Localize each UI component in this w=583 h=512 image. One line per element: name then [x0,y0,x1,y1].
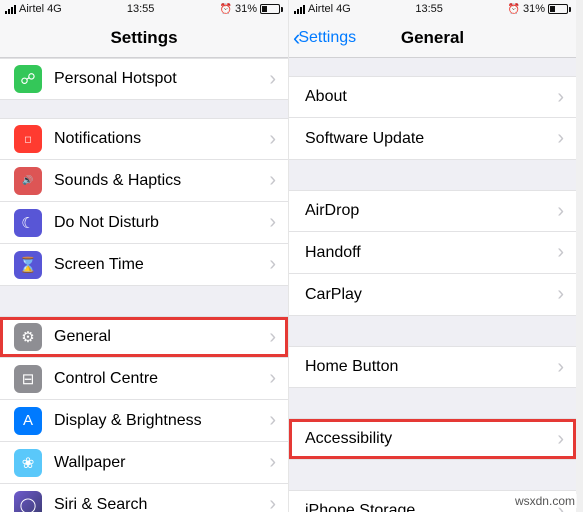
chevron-right-icon: › [269,128,276,151]
battery-percent: 31% [235,3,257,15]
row-handoff[interactable]: Handoff› [289,232,576,274]
chevron-right-icon: › [557,241,564,264]
row-label: CarPlay [305,286,557,304]
row-label: Display & Brightness [54,412,269,430]
row-wallpaper[interactable]: ❀ Wallpaper› [0,442,288,484]
row-label: Sounds & Haptics [54,172,269,190]
status-bar: Airtel 4G 13:55 ⏰ 31% [0,0,288,18]
row-label: Control Centre [54,370,269,388]
row-label: Screen Time [54,256,269,274]
signal-icon [5,5,16,14]
row-software-update[interactable]: Software Update› [289,118,576,160]
row-label: Personal Hotspot [54,70,269,88]
row-label: Software Update [305,130,557,148]
page-title: General [401,28,464,48]
personal-hotspot-icon: ☍ [14,65,42,93]
row-carplay[interactable]: CarPlay› [289,274,576,316]
screentime-icon: ⌛ [14,251,42,279]
control-centre-icon: ⊟ [14,365,42,393]
row-display-brightness[interactable]: A Display & Brightness› [0,400,288,442]
chevron-right-icon: › [269,493,276,512]
chevron-right-icon: › [269,326,276,349]
row-label: Notifications [54,130,269,148]
settings-list[interactable]: ☍Personal Hotspot› ◻︎Notifications›🔊Soun… [0,58,288,512]
chevron-right-icon: › [557,356,564,379]
row-label: About [305,88,557,106]
row-notifications[interactable]: ◻︎ Notifications› [0,118,288,160]
sounds-icon: 🔊 [14,167,42,195]
alarm-icon: ⏰ [508,4,520,15]
signal-icon [294,5,305,14]
battery-icon [260,4,283,14]
network-label: 4G [47,3,62,15]
carrier-label: Airtel [308,3,333,15]
row-label: Siri & Search [54,496,269,512]
chevron-right-icon: › [557,86,564,109]
row-control-centre[interactable]: ⊟ Control Centre› [0,358,288,400]
chevron-right-icon: › [557,283,564,306]
settings-screen: Airtel 4G 13:55 ⏰ 31% Settings ☍ Personal… [0,0,288,512]
status-bar: Airtel 4G 13:55 ⏰ 31% [289,0,576,18]
siri-icon: ◯ [14,491,42,512]
network-label: 4G [336,3,351,15]
chevron-right-icon: › [269,253,276,276]
general-screen: Airtel 4G 13:55 ⏰ 31% ‹ Settings General… [288,0,576,512]
chevron-right-icon: › [269,451,276,474]
row-sounds-haptics[interactable]: 🔊 Sounds & Haptics› [0,160,288,202]
chevron-right-icon: › [269,68,276,91]
carrier-label: Airtel [19,3,44,15]
back-button[interactable]: ‹ Settings [293,18,356,57]
row-label: Accessibility [305,430,557,448]
row-label: Home Button [305,358,557,376]
clock: 13:55 [127,3,155,15]
chevron-right-icon: › [269,367,276,390]
watermark: wsxdn.com [513,494,577,508]
row-about[interactable]: About› [289,76,576,118]
chevron-right-icon: › [269,211,276,234]
nav-header: Settings [0,18,288,58]
battery-icon [548,4,571,14]
row-accessibility[interactable]: Accessibility› [289,418,576,460]
chevron-right-icon: › [269,169,276,192]
row-general[interactable]: ⚙ General› [0,316,288,358]
clock: 13:55 [415,3,443,15]
dnd-icon: ☾ [14,209,42,237]
notifications-icon: ◻︎ [14,125,42,153]
row-screen-time[interactable]: ⌛ Screen Time› [0,244,288,286]
row-label: General [54,328,269,346]
row-label: Handoff [305,244,557,262]
row-airdrop[interactable]: AirDrop› [289,190,576,232]
display-icon: A [14,407,42,435]
general-list[interactable]: About›Software Update› AirDrop›Handoff›C… [289,58,576,512]
battery-percent: 31% [523,3,545,15]
row-do-not-disturb[interactable]: ☾ Do Not Disturb› [0,202,288,244]
row-label: Do Not Disturb [54,214,269,232]
back-label: Settings [298,29,356,47]
wallpaper-icon: ❀ [14,449,42,477]
alarm-icon: ⏰ [220,4,232,15]
row-label: AirDrop [305,202,557,220]
chevron-right-icon: › [557,127,564,150]
page-title: Settings [110,28,177,48]
row-label: Wallpaper [54,454,269,472]
general-icon: ⚙ [14,323,42,351]
chevron-right-icon: › [269,409,276,432]
chevron-right-icon: › [557,200,564,223]
row-personal-hotspot[interactable]: ☍ Personal Hotspot› [0,58,288,100]
row-home-button[interactable]: Home Button› [289,346,576,388]
chevron-right-icon: › [557,428,564,451]
row-siri-search[interactable]: ◯ Siri & Search› [0,484,288,512]
nav-header: ‹ Settings General [289,18,576,58]
